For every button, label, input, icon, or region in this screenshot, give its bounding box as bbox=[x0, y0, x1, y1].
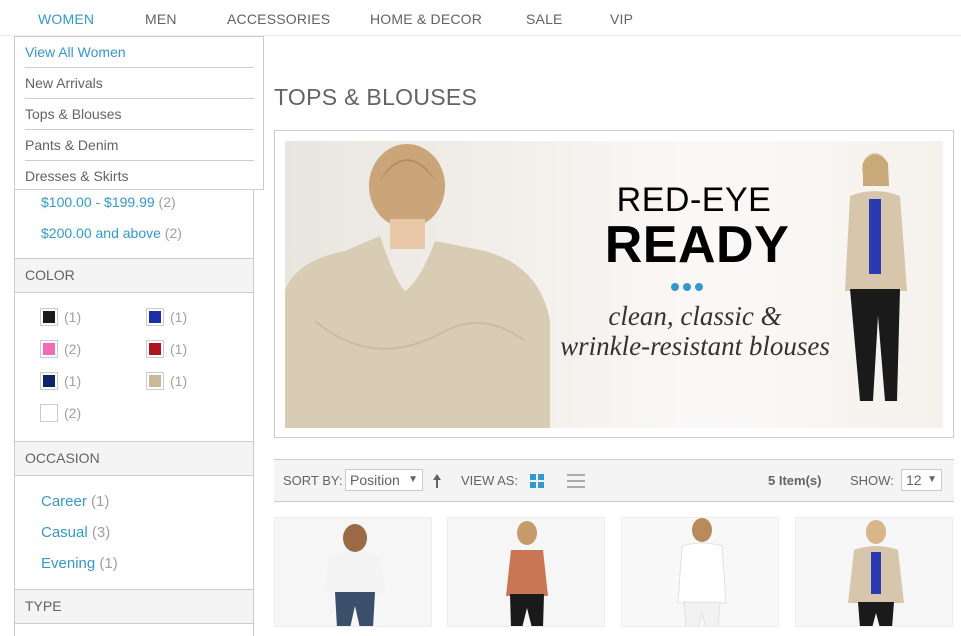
menu-item-view-all-women[interactable]: View All Women bbox=[25, 37, 254, 68]
product-image bbox=[448, 518, 604, 626]
sort-by-label: SORT BY: bbox=[283, 473, 343, 488]
occasion-filter-evening[interactable]: Evening (1) bbox=[41, 555, 118, 572]
sort-direction-icon[interactable] bbox=[432, 473, 442, 494]
product-card[interactable] bbox=[274, 517, 432, 627]
nav-vip[interactable]: VIP bbox=[610, 11, 633, 27]
color-swatch-blue[interactable]: (1) bbox=[146, 308, 187, 326]
nav-accessories[interactable]: ACCESSORIES bbox=[227, 11, 330, 27]
product-image bbox=[622, 518, 778, 626]
color-filter-heading[interactable]: COLOR bbox=[15, 258, 253, 293]
banner-tagline-line-2: wrinkle-resistant blouses bbox=[560, 331, 830, 361]
view-as-label: VIEW AS: bbox=[461, 473, 519, 488]
price-filter-label: $100.00 - $199.99 bbox=[41, 194, 155, 210]
product-toolbar: SORT BY: Position ▼ VIEW AS: 5 Item(s) SH… bbox=[274, 459, 954, 502]
color-swatch-pink[interactable]: (2) bbox=[40, 340, 81, 358]
occasion-label: Evening bbox=[41, 555, 96, 572]
swatch-fill bbox=[149, 311, 161, 323]
banner-headline-2: READY bbox=[604, 216, 790, 274]
list-view-icon[interactable] bbox=[567, 474, 585, 493]
swatch-fill bbox=[149, 375, 161, 387]
sort-by-select[interactable]: Position ▼ bbox=[345, 469, 423, 491]
product-card[interactable] bbox=[447, 517, 605, 627]
occasion-count: (3) bbox=[91, 524, 111, 541]
top-navigation: WOMEN MEN ACCESSORIES HOME & DECOR SALE … bbox=[0, 0, 961, 36]
page-title: TOPS & BLOUSES bbox=[274, 84, 478, 110]
swatch-fill bbox=[149, 343, 161, 355]
swatch-count: (2) bbox=[64, 341, 82, 357]
show-limit-value: 12 bbox=[906, 472, 922, 488]
color-swatch-black[interactable]: (1) bbox=[40, 308, 81, 326]
grid-view-icon[interactable] bbox=[530, 474, 544, 493]
menu-item-tops-blouses[interactable]: Tops & Blouses bbox=[25, 99, 254, 130]
occasion-label: Career bbox=[41, 493, 87, 510]
occasion-count: (1) bbox=[91, 493, 110, 510]
occasion-filter-heading[interactable]: OCCASION bbox=[15, 441, 253, 476]
price-filter-100-199[interactable]: $100.00 - $199.99 (2) bbox=[41, 194, 176, 210]
banner-tagline-line-1: clean, classic & bbox=[608, 301, 782, 331]
show-limit-select[interactable]: 12 ▼ bbox=[901, 469, 942, 491]
occasion-label: Casual bbox=[41, 524, 88, 541]
chevron-down-icon: ▼ bbox=[927, 474, 937, 485]
swatch-count: (1) bbox=[64, 309, 82, 325]
product-image bbox=[275, 518, 431, 626]
occasion-filter-casual[interactable]: Casual (3) bbox=[41, 524, 110, 541]
product-card[interactable] bbox=[621, 517, 779, 627]
price-filter-label: $200.00 and above bbox=[41, 225, 161, 241]
item-count: 5 Item(s) bbox=[768, 473, 822, 488]
banner-tagline: clean, classic & wrinkle-resistant blous… bbox=[535, 301, 855, 361]
nav-men[interactable]: MEN bbox=[145, 11, 177, 27]
occasion-filter-career[interactable]: Career (1) bbox=[41, 493, 109, 510]
type-filter-heading[interactable]: TYPE bbox=[15, 589, 253, 624]
chevron-down-icon: ▼ bbox=[408, 474, 418, 485]
occasion-count: (1) bbox=[99, 555, 118, 572]
show-label: SHOW: bbox=[850, 473, 894, 488]
swatch-count: (1) bbox=[170, 341, 188, 357]
swatch-count: (1) bbox=[170, 373, 188, 389]
menu-item-pants-denim[interactable]: Pants & Denim bbox=[25, 130, 254, 161]
price-filter-count: (2) bbox=[164, 225, 182, 241]
color-swatch-white[interactable]: (2) bbox=[40, 404, 81, 422]
nav-home-decor[interactable]: HOME & DECOR bbox=[370, 11, 482, 27]
menu-item-new-arrivals[interactable]: New Arrivals bbox=[25, 68, 254, 99]
swatch-fill bbox=[43, 375, 55, 387]
product-image bbox=[796, 518, 952, 626]
nav-sale[interactable]: SALE bbox=[526, 11, 563, 27]
nav-women[interactable]: WOMEN bbox=[38, 11, 94, 27]
swatch-fill bbox=[43, 407, 55, 419]
swatch-count: (1) bbox=[64, 373, 82, 389]
swatch-fill bbox=[43, 311, 55, 323]
banner-dots bbox=[671, 283, 703, 291]
color-swatch-khaki[interactable]: (1) bbox=[146, 372, 187, 390]
color-swatch-red[interactable]: (1) bbox=[146, 340, 187, 358]
menu-item-dresses-skirts[interactable]: Dresses & Skirts bbox=[25, 161, 254, 192]
swatch-count: (1) bbox=[170, 309, 188, 325]
swatch-fill bbox=[43, 343, 55, 355]
price-filter-count: (2) bbox=[158, 194, 176, 210]
swatch-count: (2) bbox=[64, 405, 82, 421]
price-filter-200-above[interactable]: $200.00 and above (2) bbox=[41, 225, 182, 241]
promo-banner[interactable]: RED-EYE READY clean, classic & wrinkle-r… bbox=[274, 130, 954, 438]
color-swatch-navy[interactable]: (1) bbox=[40, 372, 81, 390]
sort-by-value: Position bbox=[350, 472, 400, 488]
women-dropdown-menu: View All Women New Arrivals Tops & Blous… bbox=[14, 36, 264, 190]
product-card[interactable] bbox=[795, 517, 953, 627]
